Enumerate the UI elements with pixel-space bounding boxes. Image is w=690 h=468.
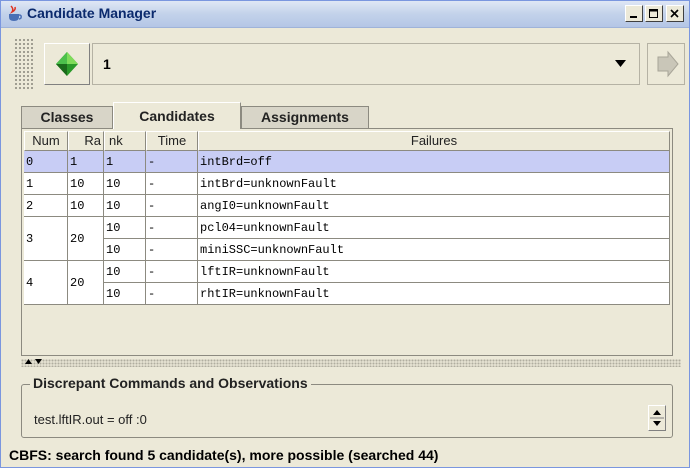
cell-failure[interactable]: intBrd=unknownFault [198, 173, 670, 195]
spinner-arrows-icon [650, 410, 664, 426]
column-header-failures[interactable]: Failures [198, 131, 670, 151]
split-pane-divider[interactable] [21, 359, 681, 367]
next-arrow-button[interactable] [647, 43, 685, 85]
discrepant-panel-title: Discrepant Commands and Observations [30, 375, 311, 391]
title-bar[interactable]: Candidate Manager [1, 1, 689, 28]
maximize-button[interactable] [645, 5, 663, 22]
maximize-icon [649, 9, 658, 18]
candidate-combo-box[interactable]: 1 [92, 43, 640, 85]
cell-failure[interactable]: lftIR=unknownFault [198, 261, 670, 283]
cell-time[interactable]: - [146, 261, 198, 283]
cell-failure[interactable]: pcl04=unknownFault [198, 217, 670, 239]
cell-failure[interactable]: miniSSC=unknownFault [198, 239, 670, 261]
cell-rank[interactable]: 10 [68, 195, 104, 217]
cell-rank[interactable]: 1 [68, 151, 104, 173]
cell-rank[interactable]: 20 [68, 217, 104, 261]
tab-assignments[interactable]: Assignments [241, 106, 369, 128]
cell-failure[interactable]: rhtIR=unknownFault [198, 283, 670, 305]
cell-time[interactable]: - [146, 217, 198, 239]
cell-rank[interactable]: 20 [68, 261, 104, 305]
cell-nk[interactable]: 10 [104, 239, 146, 261]
column-header-num[interactable]: Num [24, 131, 68, 151]
candidates-table: Num Ra nk Time Failures 0 1 1- intBrd=off 1 1… [21, 128, 673, 356]
close-icon [670, 9, 679, 18]
status-bar-text: CBFS: search found 5 candidate(s), more … [9, 447, 439, 463]
cell-nk[interactable]: 10 [104, 261, 146, 283]
candidate-manager-window: Candidate Manager 1 Classes Candidates A… [0, 0, 690, 468]
tab-candidates[interactable]: Candidates [113, 102, 241, 129]
cell-time[interactable]: - [146, 173, 198, 195]
tab-classes[interactable]: Classes [21, 106, 113, 128]
column-header-time[interactable]: Time [146, 131, 198, 151]
cell-num[interactable]: 1 [24, 173, 68, 195]
discrepant-value: test.lftIR.out = off :0 [34, 412, 147, 427]
toolbar: 1 [14, 38, 685, 90]
column-header-nk[interactable]: nk [104, 131, 146, 151]
close-button[interactable] [666, 5, 684, 22]
cell-rank[interactable]: 10 [68, 173, 104, 195]
cell-nk[interactable]: 10 [104, 173, 146, 195]
right-arrow-icon [657, 50, 679, 78]
cell-nk[interactable]: 1 [104, 151, 146, 173]
candidate-combo-value: 1 [103, 56, 111, 72]
cell-failure[interactable]: angI0=unknownFault [198, 195, 670, 217]
java-cup-icon [9, 5, 22, 21]
cell-num[interactable]: 2 [24, 195, 68, 217]
table-body: 0 1 1- intBrd=off 1 10 10- intBrd=unknownFault 2… [24, 151, 670, 305]
table-header: Num Ra nk Time Failures [24, 131, 670, 151]
cell-nk[interactable]: 10 [104, 283, 146, 305]
cell-nk[interactable]: 10 [104, 195, 146, 217]
cell-num[interactable]: 4 [24, 261, 68, 305]
discrepant-spinner[interactable] [648, 405, 666, 431]
split-down-arrow-icon[interactable] [35, 359, 43, 365]
green-gem-icon [56, 52, 78, 76]
minimize-icon [630, 16, 637, 18]
table-empty-area [24, 305, 670, 353]
tab-bar: Classes Candidates Assignments [21, 102, 671, 129]
window-title: Candidate Manager [27, 5, 157, 21]
cell-time[interactable]: - [146, 151, 198, 173]
cell-time[interactable]: - [146, 195, 198, 217]
green-gem-button[interactable] [44, 43, 90, 85]
cell-nk[interactable]: 10 [104, 217, 146, 239]
discrepant-panel: Discrepant Commands and Observations tes… [21, 375, 673, 438]
cell-time[interactable]: - [146, 283, 198, 305]
split-up-arrow-icon[interactable] [25, 359, 33, 365]
cell-num[interactable]: 0 [24, 151, 68, 173]
cell-time[interactable]: - [146, 239, 198, 261]
toolbar-grip[interactable] [14, 38, 34, 90]
column-header-ra[interactable]: Ra [68, 131, 104, 151]
cell-failure[interactable]: intBrd=off [198, 151, 670, 173]
chevron-down-icon[interactable] [615, 60, 627, 68]
minimize-button[interactable] [625, 5, 643, 22]
cell-num[interactable]: 3 [24, 217, 68, 261]
